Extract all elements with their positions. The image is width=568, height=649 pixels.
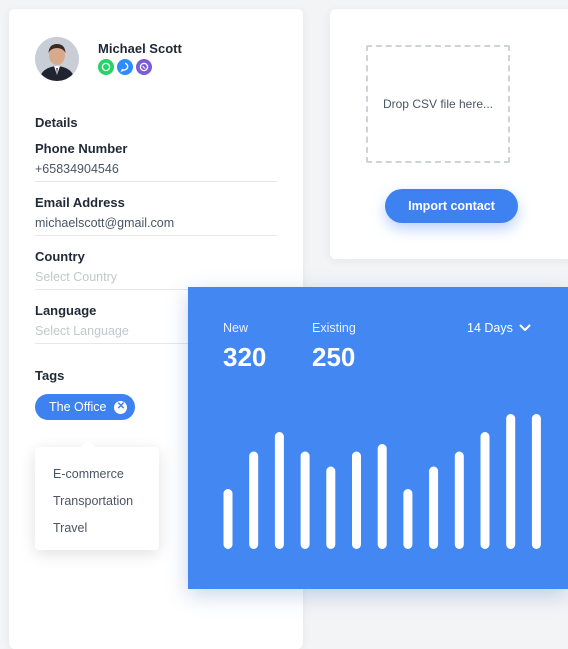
chart-bar <box>352 451 361 549</box>
dropzone-text: Drop CSV file here... <box>382 97 494 111</box>
stats-panel: New 320 Existing 250 14 Days <box>188 287 568 589</box>
chart-bar <box>223 489 233 549</box>
csv-dropzone[interactable]: Drop CSV file here... <box>366 45 510 163</box>
chart-bar <box>506 414 516 549</box>
chart-bar <box>326 466 336 549</box>
email-field[interactable]: Email Address michaelscott@gmail.com <box>35 195 277 236</box>
bar-chart <box>223 414 541 549</box>
chart-bar <box>429 466 439 549</box>
phone-label: Phone Number <box>35 141 128 156</box>
chart-bar <box>249 451 259 549</box>
details-heading: Details <box>35 115 78 130</box>
country-label: Country <box>35 249 85 264</box>
chart-bar <box>377 444 387 549</box>
phone-field[interactable]: Phone Number +65834904546 <box>35 141 277 182</box>
whatsapp-icon[interactable] <box>98 59 114 75</box>
country-placeholder[interactable]: Select Country <box>35 269 277 285</box>
dropdown-item-transportation[interactable]: Transportation <box>53 494 133 508</box>
tag-chip-label: The Office <box>49 400 107 414</box>
chart-bar <box>454 451 464 549</box>
import-card: Drop CSV file here... Import contact <box>330 9 568 259</box>
remove-tag-icon[interactable]: ✕ <box>114 400 128 414</box>
viber-icon[interactable] <box>136 59 152 75</box>
dropdown-item-ecommerce[interactable]: E-commerce <box>53 467 124 481</box>
chart-bar <box>480 432 490 549</box>
email-value[interactable]: michaelscott@gmail.com <box>35 215 277 231</box>
country-select[interactable]: Country Select Country <box>35 249 277 290</box>
dropdown-caret <box>81 440 95 447</box>
chart-bar <box>531 414 541 549</box>
chart-bar <box>274 432 284 549</box>
contact-name: Michael Scott <box>98 41 182 56</box>
tag-dropdown: E-commerce Transportation Travel <box>35 440 159 550</box>
email-label: Email Address <box>35 195 125 210</box>
avatar[interactable] <box>35 37 79 81</box>
dropdown-item-travel[interactable]: Travel <box>53 521 87 535</box>
tags-heading: Tags <box>35 368 65 383</box>
messenger-icon[interactable] <box>117 59 133 75</box>
tag-chip[interactable]: The Office ✕ <box>35 394 136 420</box>
social-links <box>98 59 152 75</box>
chart-bar <box>300 451 310 549</box>
chart-bar <box>403 489 413 549</box>
import-contact-button[interactable]: Import contact <box>385 189 518 223</box>
phone-value[interactable]: +65834904546 <box>35 161 277 177</box>
